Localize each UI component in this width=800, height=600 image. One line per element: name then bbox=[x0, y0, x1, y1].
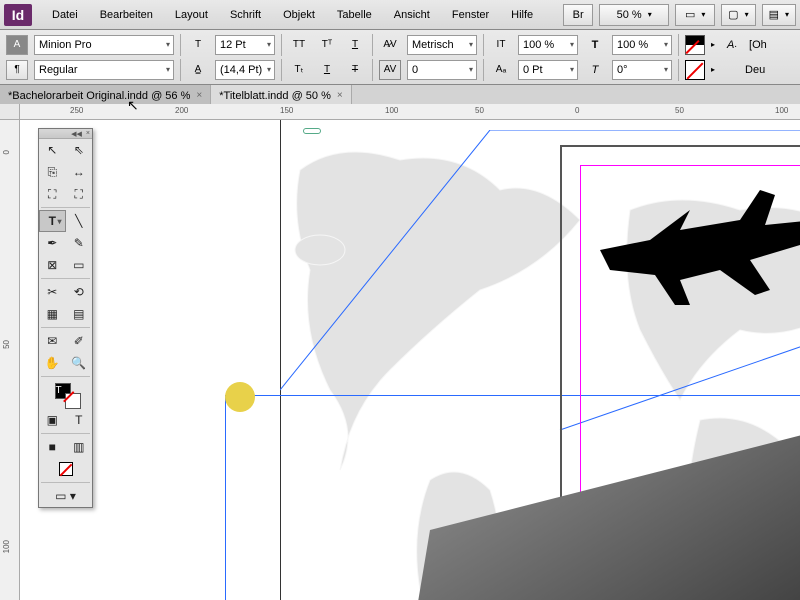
arrange-icon: ▤ bbox=[769, 8, 779, 21]
font-size-select[interactable]: 12 Pt bbox=[215, 35, 275, 55]
view-mode-dropdown[interactable]: ▭ bbox=[675, 4, 715, 26]
subscript-icon[interactable]: Tₜ bbox=[288, 60, 310, 80]
font-size-icon: T bbox=[187, 35, 209, 55]
menu-item-layout[interactable]: Layout bbox=[165, 5, 218, 25]
pen-tool[interactable]: ✒ bbox=[39, 232, 66, 254]
para-formatting-mode[interactable]: ¶ bbox=[6, 60, 28, 80]
rectangle-tool[interactable]: ▭ bbox=[66, 254, 93, 276]
document-canvas[interactable] bbox=[20, 120, 800, 600]
tools-panel[interactable]: ◀◀× ↖ ⇖ ⎘ ↔ ⛶ ⛶ T ╲ ✒ ✎ ⊠ ▭ ✂ ⟲ ▦ ▤ ✉ ✐ … bbox=[38, 128, 93, 508]
menu-item-tabelle[interactable]: Tabelle bbox=[327, 5, 382, 25]
line-tool[interactable]: ╲ bbox=[66, 210, 93, 232]
char-formatting-mode[interactable]: A bbox=[6, 35, 28, 55]
selection-tool[interactable]: ↖ bbox=[39, 139, 66, 161]
hscale-select[interactable]: 100 % bbox=[518, 35, 578, 55]
formatting-text[interactable]: T bbox=[66, 409, 93, 431]
view-mode-normal[interactable]: ▭ ▾ bbox=[39, 485, 92, 507]
ruler-origin[interactable] bbox=[0, 104, 20, 120]
close-icon[interactable]: × bbox=[86, 130, 90, 137]
stroke-color-swatch[interactable] bbox=[685, 60, 705, 80]
menu-item-fenster[interactable]: Fenster bbox=[442, 5, 499, 25]
control-panel: A Minion Pro T 12 Pt TT Tᵀ T A̷V Metrisc… bbox=[0, 30, 800, 85]
apply-none[interactable] bbox=[39, 458, 92, 480]
scissors-tool[interactable]: ✂ bbox=[39, 281, 66, 303]
kerning-select[interactable]: Metrisch bbox=[407, 35, 477, 55]
gradient-swatch-tool[interactable]: ▦ bbox=[39, 303, 66, 325]
menu-bar: Id Datei Bearbeiten Layout Schrift Objek… bbox=[0, 0, 800, 30]
note-tool[interactable]: ✉ bbox=[39, 330, 66, 352]
pencil-tool[interactable]: ✎ bbox=[66, 232, 93, 254]
doc-tab-label: *Bachelorarbeit Original.indd @ 56 % bbox=[8, 90, 190, 102]
expand-icon[interactable]: ▸ bbox=[711, 40, 715, 49]
gradient-feather-tool[interactable]: ▤ bbox=[66, 303, 93, 325]
free-transform-tool[interactable]: ⟲ bbox=[66, 281, 93, 303]
font-family-select[interactable]: Minion Pro bbox=[34, 35, 174, 55]
leading-select[interactable]: (14,4 Pt) bbox=[215, 60, 275, 80]
menu-item-hilfe[interactable]: Hilfe bbox=[501, 5, 543, 25]
underline-icon[interactable]: T bbox=[316, 60, 338, 80]
menu-item-schrift[interactable]: Schrift bbox=[220, 5, 271, 25]
lang-fragment: [Oh bbox=[749, 39, 767, 51]
screen-mode-dropdown[interactable]: ▢ bbox=[721, 4, 755, 26]
close-icon[interactable]: × bbox=[196, 90, 202, 101]
zoom-tool[interactable]: 🔍 bbox=[66, 352, 93, 374]
menu-item-bearbeiten[interactable]: Bearbeiten bbox=[90, 5, 163, 25]
doc-tab-label: *Titelblatt.indd @ 50 % bbox=[219, 90, 331, 102]
horizontal-ruler[interactable]: 250 200 150 100 50 0 50 100 bbox=[20, 104, 800, 120]
view-grid-icon: ▭ bbox=[685, 8, 695, 21]
gap-tool[interactable]: ↔ bbox=[66, 161, 93, 183]
direct-selection-tool[interactable]: ⇖ bbox=[66, 139, 93, 161]
zoom-dropdown[interactable]: 50 % bbox=[599, 4, 669, 26]
tracking-select[interactable]: 0 bbox=[407, 60, 477, 80]
apply-gradient[interactable]: ▥ bbox=[66, 436, 93, 458]
skew-icon: T bbox=[584, 60, 606, 80]
hscale-icon: IT bbox=[490, 35, 512, 55]
allcaps-icon[interactable]: TT bbox=[288, 35, 310, 55]
leading-icon: A͇ bbox=[187, 60, 209, 80]
doc-tab-bachelorarbeit[interactable]: *Bachelorarbeit Original.indd @ 56 % × bbox=[0, 85, 211, 106]
anchor-point[interactable] bbox=[225, 382, 255, 412]
font-style-select[interactable]: Regular bbox=[34, 60, 174, 80]
thread-indicator[interactable] bbox=[303, 128, 321, 134]
content-placer-tool[interactable]: ⛶ bbox=[66, 183, 93, 205]
char-style-icon[interactable]: A. bbox=[721, 35, 743, 55]
kerning-icon: A̷V bbox=[379, 35, 401, 55]
smallcaps-icon[interactable]: Tᵀ bbox=[316, 35, 338, 55]
fill-color-swatch[interactable] bbox=[685, 35, 705, 55]
skew-select[interactable]: 0° bbox=[612, 60, 672, 80]
doc-tab-titelblatt[interactable]: *Titelblatt.indd @ 50 % × bbox=[211, 85, 352, 106]
screen-icon: ▢ bbox=[728, 8, 738, 21]
menu-item-datei[interactable]: Datei bbox=[42, 5, 88, 25]
page-tool[interactable]: ⎘ bbox=[39, 161, 66, 183]
panel-header[interactable]: ◀◀ × bbox=[39, 129, 92, 139]
baseline-select[interactable]: 0 Pt bbox=[518, 60, 578, 80]
hand-tool[interactable]: ✋ bbox=[39, 352, 66, 374]
type-tool[interactable]: T bbox=[39, 210, 66, 232]
strike-icon[interactable]: T bbox=[344, 60, 366, 80]
arrange-dropdown[interactable]: ▤ bbox=[762, 4, 796, 26]
airplane-graphic[interactable] bbox=[590, 170, 800, 320]
vscale-select[interactable]: 100 % bbox=[612, 35, 672, 55]
app-logo-indesign: Id bbox=[4, 4, 32, 26]
lang-fragment-2: Deu bbox=[745, 64, 765, 76]
content-collector-tool[interactable]: ⛶ bbox=[39, 183, 66, 205]
collapse-icon[interactable]: ◀◀ bbox=[71, 130, 82, 138]
rectangle-frame-tool[interactable]: ⊠ bbox=[39, 254, 66, 276]
close-icon[interactable]: × bbox=[337, 90, 343, 101]
fill-stroke-proxy[interactable]: T bbox=[39, 379, 92, 409]
formatting-container[interactable]: ▣ bbox=[39, 409, 66, 431]
baseline-icon: Aₐ bbox=[490, 60, 512, 80]
gradient-shape[interactable] bbox=[400, 410, 800, 600]
bridge-button[interactable]: Br bbox=[563, 4, 593, 26]
tracking-icon: AV bbox=[379, 60, 401, 80]
eyedropper-tool[interactable]: ✐ bbox=[66, 330, 93, 352]
menu-item-objekt[interactable]: Objekt bbox=[273, 5, 325, 25]
superscript-icon[interactable]: T bbox=[344, 35, 366, 55]
expand-icon-2[interactable]: ▸ bbox=[711, 65, 715, 74]
apply-color[interactable]: ■ bbox=[39, 436, 66, 458]
menu-item-ansicht[interactable]: Ansicht bbox=[384, 5, 440, 25]
vertical-ruler[interactable]: 0 50 100 bbox=[0, 120, 20, 600]
guide-vertical[interactable] bbox=[225, 395, 226, 600]
vscale-icon: T bbox=[584, 35, 606, 55]
